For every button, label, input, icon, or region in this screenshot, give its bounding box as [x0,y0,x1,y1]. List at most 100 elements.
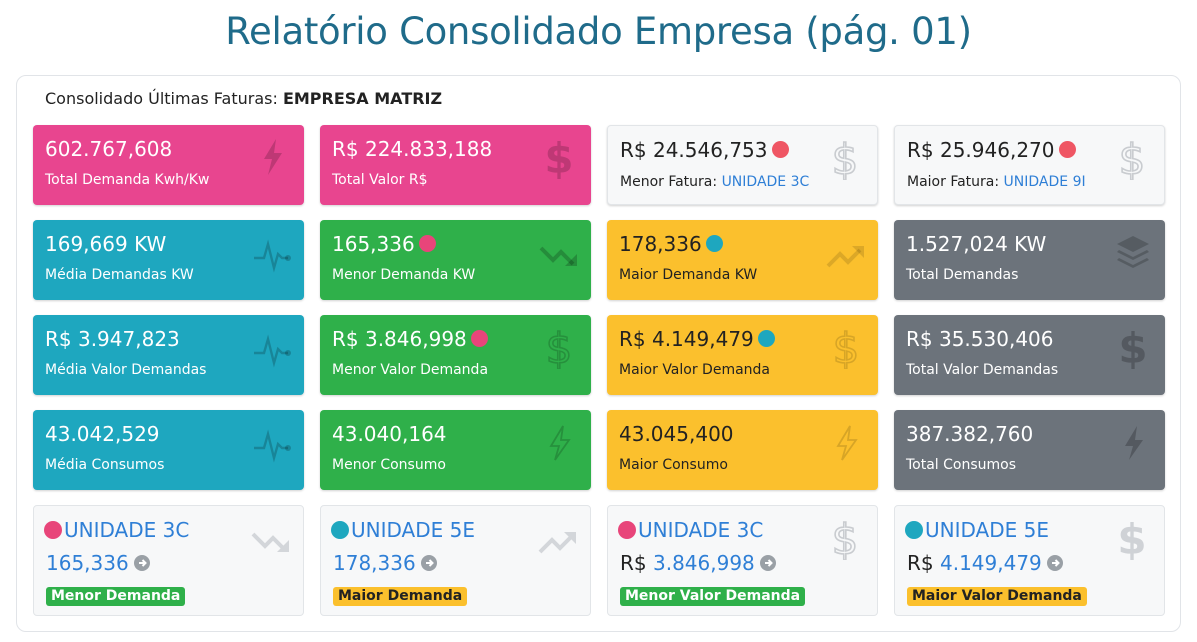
card-media-consumos[interactable]: 43.042,529 Média Consumos [33,410,304,490]
card-label: Média Consumos [45,457,165,473]
card-maior-demanda[interactable]: 178,336 Maior Demanda KW [607,220,878,300]
dollar-icon: $ [539,134,579,183]
card-total-demandas[interactable]: 1.527,024 KW Total Demandas [894,220,1165,300]
card-menor-valor-demanda[interactable]: R$ 3.846,998 Menor Valor Demanda $ [320,315,591,395]
card-value: R$ 25.946,270 [907,138,1076,162]
trend-down-icon [251,516,291,560]
card-label: Total Valor Demandas [906,362,1059,378]
svg-text:$: $ [546,325,573,369]
bolt-icon [1113,420,1153,464]
card-label: Menor Valor Demanda [332,362,489,378]
card-label: Total Demandas [906,267,1019,283]
arrow-circle-right-icon[interactable] [1046,553,1064,571]
pulse-icon [252,325,292,369]
card-total-consumos[interactable]: 387.382,760 Total Consumos [894,410,1165,490]
card-total-valor[interactable]: R$ 224.833,188 Total Valor R$ $ [320,125,591,205]
layers-icon [1113,230,1153,274]
trend-down-icon [539,230,579,274]
status-dot [757,330,775,347]
dollar-outline-icon: $ [825,134,865,185]
card-total-demanda[interactable]: 602.767,608 Total Demanda Kwh/Kw [33,125,304,205]
unit-card-menor-valor[interactable]: UNIDADE 3C R$ 3.846,998 Menor Valor Dema… [607,505,878,616]
unit-card-maior-demanda[interactable]: UNIDADE 5E 178,336 Maior Demanda [320,505,591,616]
status-dot [618,521,636,539]
page-title: Relatório Consolidado Empresa (pág. 01) [225,10,972,53]
unit-name[interactable]: UNIDADE 5E [905,518,1049,542]
card-media-valor-demandas[interactable]: R$ 3.947,823 Média Valor Demandas [33,315,304,395]
arrow-circle-right-icon[interactable] [759,553,777,571]
dollar-icon: $ [1113,324,1153,373]
card-value: R$ 4.149,479 [619,327,775,351]
card-value: 387.382,760 [906,422,1034,446]
unit-value[interactable]: R$ 4.149,479 [907,551,1064,575]
trend-up-icon [538,516,578,560]
arrow-circle-right-icon[interactable] [133,553,151,571]
badge-menor-demanda: Menor Demanda [46,587,186,606]
card-label: Média Valor Demandas [45,362,207,378]
card-label: Maior Consumo [619,457,728,473]
trend-up-icon [826,230,866,274]
panel-header-prefix: Consolidado Últimas Faturas: [45,89,278,108]
svg-text:$: $ [1117,516,1146,560]
card-value: 178,336 [619,232,723,256]
panel-header: Consolidado Últimas Faturas: EMPRESA MAT… [45,89,442,108]
card-label: Maior Valor Demanda [619,362,770,378]
badge-maior-valor-demanda: Maior Valor Demanda [907,587,1087,606]
pulse-icon [252,230,292,274]
unit-value[interactable]: 178,336 [333,551,438,575]
card-value: 43.040,164 [332,422,447,446]
card-value: 43.042,529 [45,422,160,446]
card-menor-demanda[interactable]: 165,336 Menor Demanda KW [320,220,591,300]
unit-link[interactable]: UNIDADE 3C [722,174,810,190]
card-menor-consumo[interactable]: 43.040,164 Menor Consumo [320,410,591,490]
dollar-icon: $ [1112,515,1152,564]
status-dot [418,235,436,252]
card-value: R$ 35.530,406 [906,327,1054,351]
status-dot [44,521,62,539]
svg-text:$: $ [832,136,859,180]
panel-header-company: EMPRESA MATRIZ [282,89,443,108]
bolt-outline-icon [826,420,866,464]
card-value: R$ 24.546,753 [620,138,789,162]
arrow-circle-right-icon[interactable] [420,553,438,571]
card-label: Menor Fatura: UNIDADE 3C [620,174,810,190]
status-dot [470,330,488,347]
status-dot [771,141,789,158]
card-value: R$ 3.947,823 [45,327,180,351]
card-label: Total Demanda Kwh/Kw [45,172,210,188]
dollar-outline-icon: $ [539,323,579,374]
svg-text:$: $ [544,135,573,179]
unit-value[interactable]: 165,336 [46,551,151,575]
card-value: 43.045,400 [619,422,734,446]
card-menor-fatura[interactable]: R$ 24.546,753 Menor Fatura: UNIDADE 3C $ [607,125,878,205]
card-label: Total Valor R$ [332,172,428,188]
unit-name[interactable]: UNIDADE 3C [44,518,189,542]
card-label: Maior Fatura: UNIDADE 9I [907,174,1086,190]
card-value: R$ 3.846,998 [332,327,488,351]
unit-card-menor-demanda[interactable]: UNIDADE 3C 165,336 Menor Demanda [33,505,304,616]
bolt-icon [252,135,292,179]
unit-link[interactable]: UNIDADE 9I [1004,174,1086,190]
consolidated-panel: Consolidado Últimas Faturas: EMPRESA MAT… [16,75,1181,632]
unit-value[interactable]: R$ 3.846,998 [620,551,777,575]
card-maior-valor-demanda[interactable]: R$ 4.149,479 Maior Valor Demanda $ [607,315,878,395]
unit-name[interactable]: UNIDADE 3C [618,518,763,542]
unit-name[interactable]: UNIDADE 5E [331,518,475,542]
card-label: Menor Demanda KW [332,267,476,283]
card-value: 1.527,024 KW [906,232,1047,256]
card-value: 602.767,608 [45,137,173,161]
status-dot [331,521,349,539]
svg-text:$: $ [1119,136,1146,180]
card-label: Maior Demanda KW [619,267,758,283]
card-value: 169,669 KW [45,232,167,256]
card-media-demandas[interactable]: 169,669 KW Média Demandas KW [33,220,304,300]
pulse-icon [252,420,292,464]
unit-card-maior-valor[interactable]: UNIDADE 5E R$ 4.149,479 Maior Valor Dema… [894,505,1165,616]
svg-text:$: $ [832,516,859,560]
card-maior-consumo[interactable]: 43.045,400 Maior Consumo [607,410,878,490]
card-label: Média Demandas KW [45,267,194,283]
svg-text:$: $ [833,325,860,369]
card-maior-fatura[interactable]: R$ 25.946,270 Maior Fatura: UNIDADE 9I $ [894,125,1165,205]
badge-maior-demanda: Maior Demanda [333,587,468,606]
card-total-valor-demandas[interactable]: R$ 35.530,406 Total Valor Demandas $ [894,315,1165,395]
